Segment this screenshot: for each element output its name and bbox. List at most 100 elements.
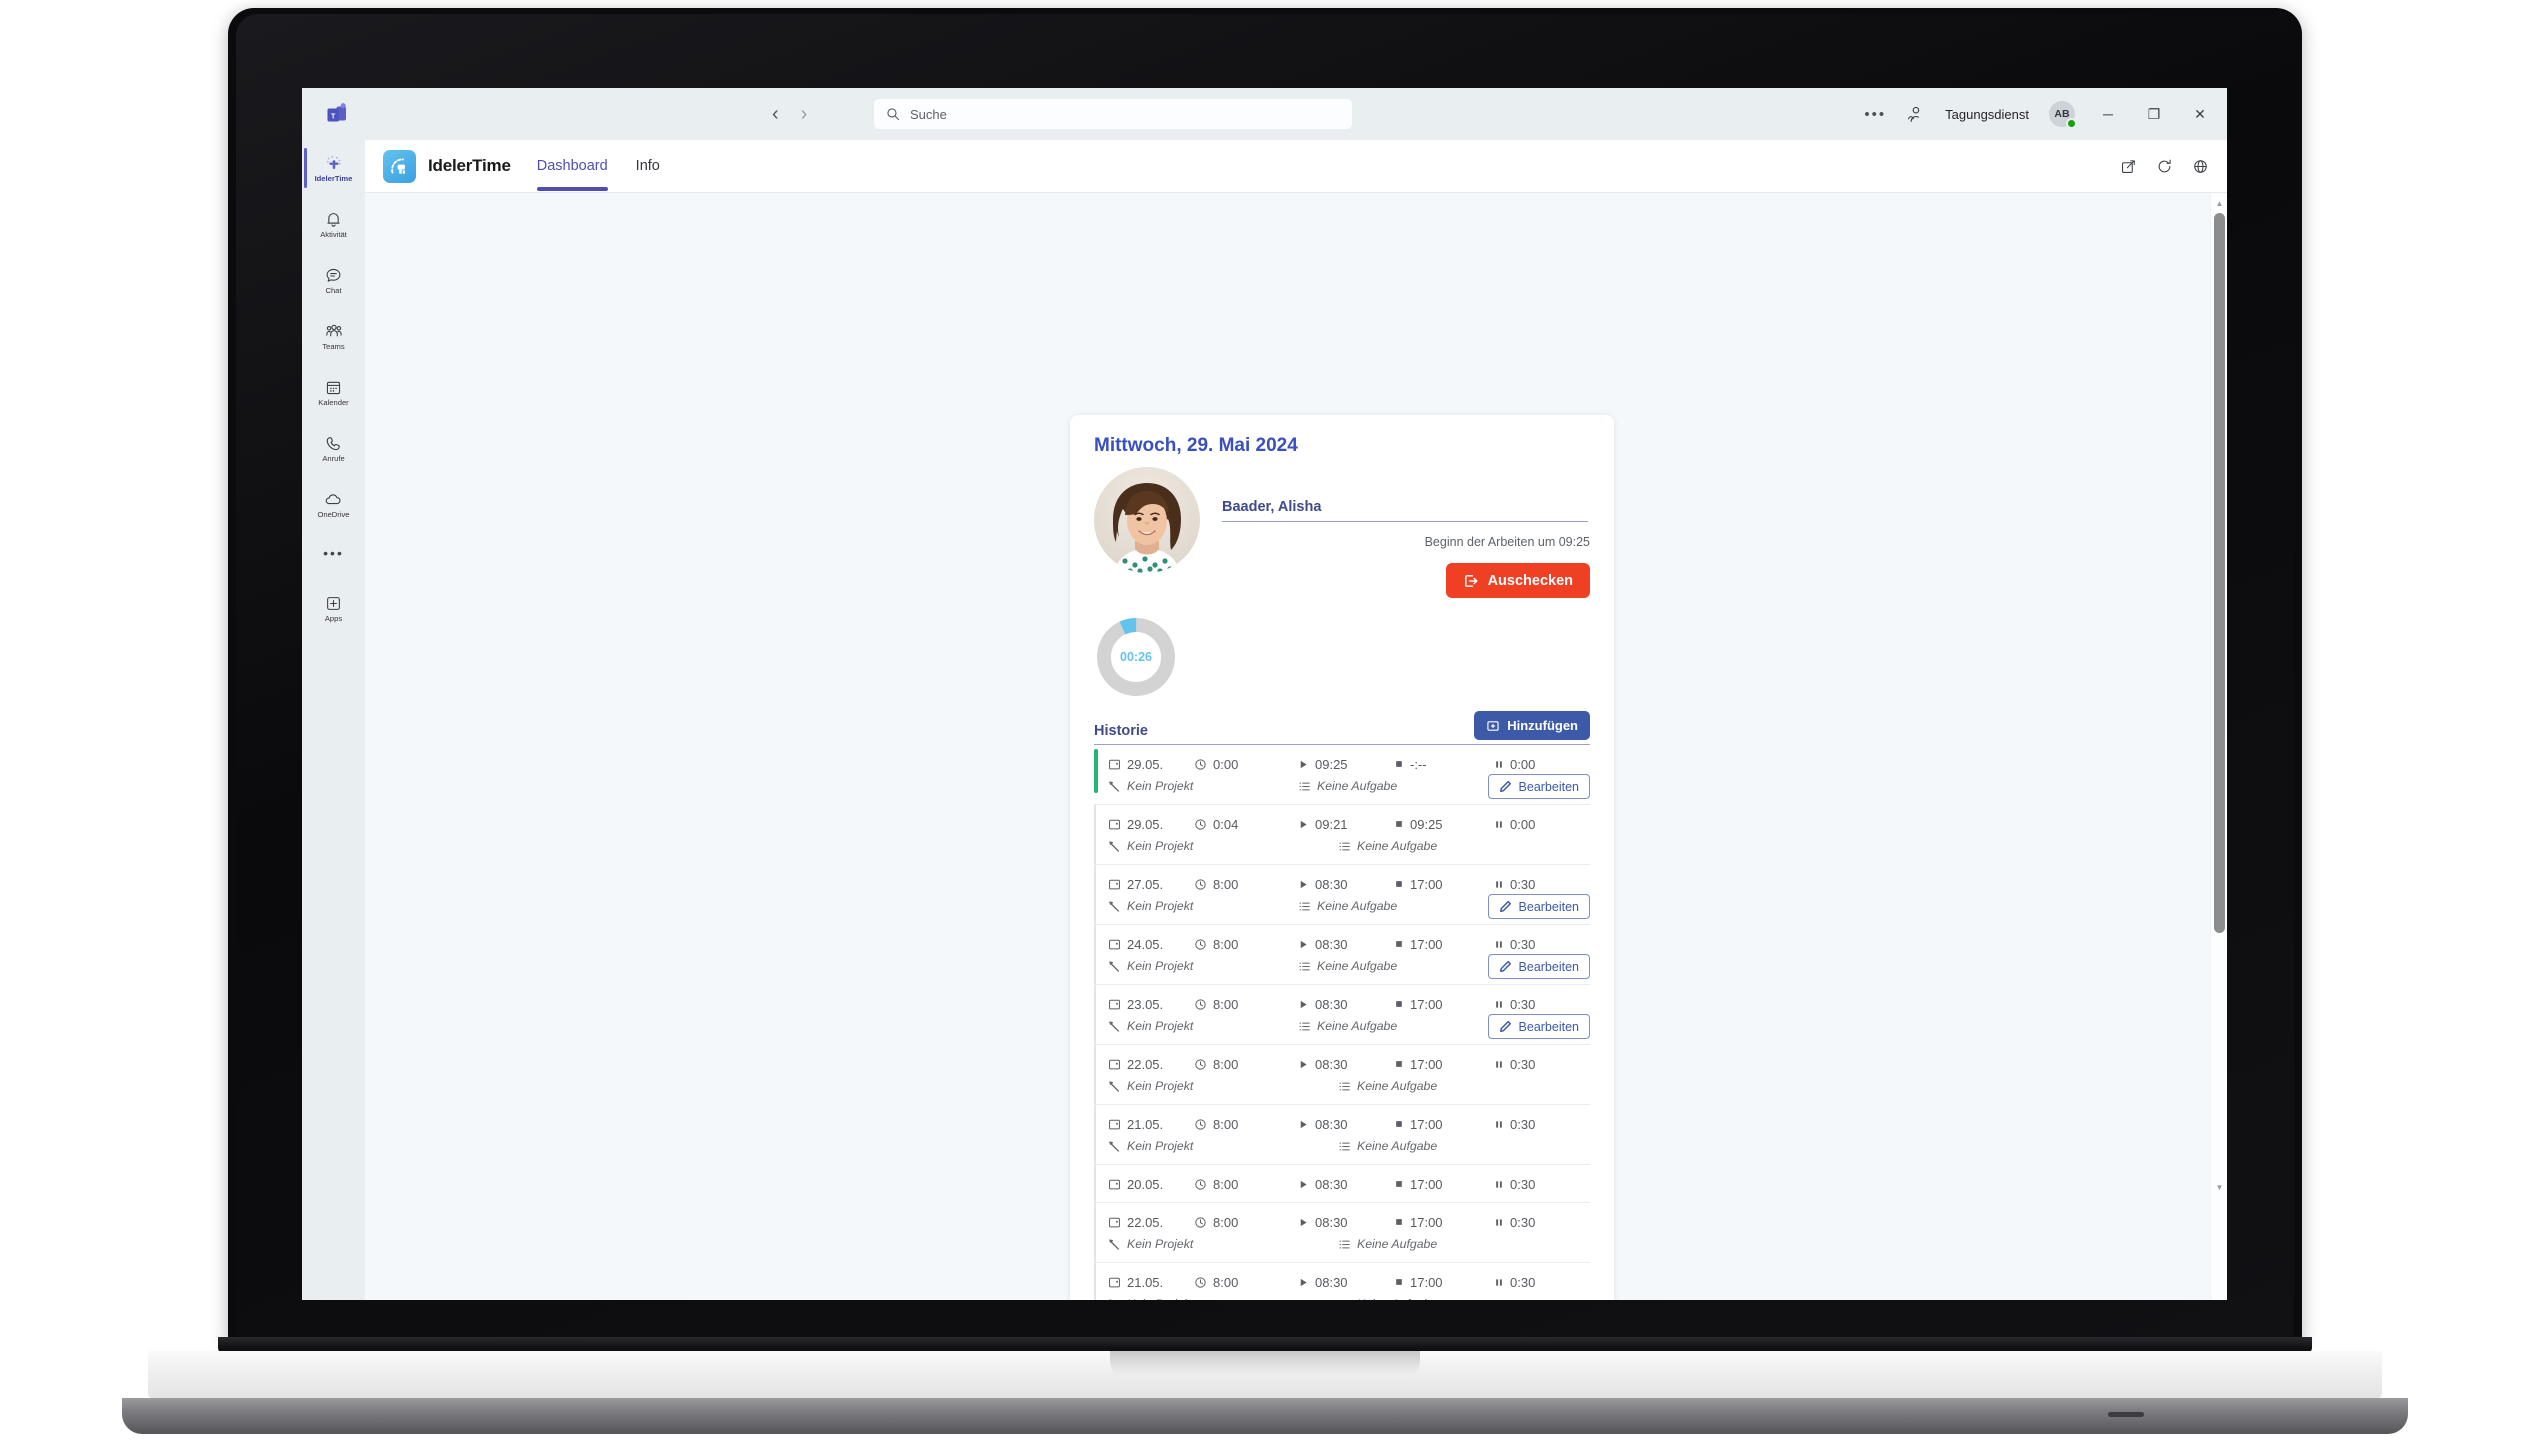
entry-date: 21.05. bbox=[1108, 1117, 1194, 1132]
table-row[interactable]: 27.05. 8:00 08:30 17:00 0:30 Kein Projekt Kein… bbox=[1094, 865, 1590, 925]
entry-pause: 0:30 bbox=[1494, 877, 1564, 892]
sidebar-item-apps[interactable]: Apps bbox=[302, 580, 365, 636]
entry-pause-value: 0:30 bbox=[1510, 996, 1536, 1012]
play-icon bbox=[1298, 999, 1309, 1010]
table-row[interactable]: 21.05.8:0008:3017:000:30Kein ProjektKein… bbox=[1094, 1263, 1590, 1300]
account-name[interactable]: Tagungsdienst bbox=[1945, 107, 2029, 122]
app-header-actions bbox=[2120, 140, 2209, 193]
sidebar-item-teams[interactable]: Teams bbox=[302, 308, 365, 364]
titlebar-right-group: ••• Tagungsdienst AB ─ ❐ ✕ bbox=[1864, 88, 2213, 140]
entry-pause: 0:00 bbox=[1494, 757, 1564, 772]
back-button[interactable]: ‹ bbox=[772, 104, 779, 124]
table-row[interactable]: 22.05. 8:00 08:30 17:00 0:30 Kein Projekt Kein… bbox=[1094, 1045, 1590, 1105]
edit-entry-label: Bearbeiten bbox=[1518, 779, 1579, 794]
search-icon bbox=[886, 107, 900, 121]
entry-date: 23.05. bbox=[1108, 997, 1194, 1012]
close-button[interactable]: ✕ bbox=[2187, 106, 2213, 123]
checkout-icon bbox=[1463, 573, 1479, 589]
bell-icon bbox=[324, 209, 343, 229]
titlebar-more-button[interactable]: ••• bbox=[1864, 106, 1886, 123]
entry-start-value: 08:30 bbox=[1315, 1176, 1348, 1192]
globe-icon[interactable] bbox=[2192, 158, 2209, 175]
entry-start-value: 08:30 bbox=[1315, 1274, 1348, 1290]
sidebar-item-label: Kalender bbox=[318, 398, 349, 408]
entry-date-value: 29.05. bbox=[1127, 756, 1164, 772]
sidebar-item-anrufe[interactable]: Anrufe bbox=[302, 420, 365, 476]
scroll-up-arrow[interactable]: ▲ bbox=[2211, 195, 2227, 212]
entry-duration-value: 8:00 bbox=[1213, 1176, 1239, 1192]
popout-icon[interactable] bbox=[2120, 158, 2137, 175]
window-nav-buttons: ‹ › bbox=[772, 88, 807, 140]
edit-entry-button[interactable]: Bearbeiten bbox=[1487, 954, 1590, 979]
entry-date-value: 21.05. bbox=[1127, 1274, 1164, 1290]
scrollbar-thumb[interactable] bbox=[2214, 213, 2225, 933]
search-input[interactable]: Suche bbox=[874, 99, 1352, 129]
entry-start: 08:30 bbox=[1298, 1117, 1394, 1132]
sidebar-item-onedrive[interactable]: OneDrive bbox=[302, 476, 365, 532]
pause-icon bbox=[1494, 879, 1504, 890]
entry-task-value: Keine Aufgabe bbox=[1357, 1079, 1438, 1093]
scroll-down-arrow[interactable]: ▼ bbox=[2211, 1179, 2227, 1196]
play-icon bbox=[1298, 819, 1309, 830]
edit-entry-button[interactable]: Bearbeiten bbox=[1487, 1014, 1590, 1039]
entry-duration-value: 8:00 bbox=[1213, 1214, 1239, 1230]
table-row[interactable]: 24.05. 8:00 08:30 17:00 0:30 Kein Projekt Kein… bbox=[1094, 925, 1590, 985]
table-row[interactable]: 23.05. 8:00 08:30 17:00 0:30 Kein Projekt Kein… bbox=[1094, 985, 1590, 1045]
checkout-button[interactable]: Auschecken bbox=[1445, 563, 1590, 598]
vertical-scrollbar[interactable]: ▲ ▼ bbox=[2210, 193, 2227, 1300]
app-tabs: Dashboard Info bbox=[536, 140, 660, 193]
table-row[interactable]: 20.05. 8:00 08:30 17:00 0:30 bbox=[1094, 1165, 1590, 1203]
sidebar-item-aktivitaet[interactable]: Aktivität bbox=[302, 196, 365, 252]
tab-info[interactable]: Info bbox=[636, 140, 660, 193]
search-placeholder: Suche bbox=[910, 106, 947, 122]
entry-date: 24.05. bbox=[1108, 937, 1194, 952]
entry-date-value: 24.05. bbox=[1127, 936, 1164, 952]
pause-icon bbox=[1494, 939, 1504, 950]
refresh-icon[interactable] bbox=[2156, 158, 2173, 175]
clock-icon bbox=[1194, 938, 1207, 951]
phone-icon bbox=[324, 433, 343, 453]
entry-project: Kein Projekt bbox=[1108, 1019, 1298, 1033]
table-row[interactable]: 21.05.8:0008:3017:000:30Kein ProjektKein… bbox=[1094, 1105, 1590, 1165]
entry-start: 08:30 bbox=[1298, 1275, 1394, 1290]
sidebar-item-chat[interactable]: Chat bbox=[302, 252, 365, 308]
table-row[interactable]: 29.05. 0:04 09:21 09:25 0:00 Kein Projekt Kein… bbox=[1094, 805, 1590, 865]
svg-text:T: T bbox=[331, 113, 336, 120]
pencil-icon bbox=[1499, 900, 1512, 913]
project-icon bbox=[1108, 960, 1121, 973]
sidebar-item-kalender[interactable]: Kalender bbox=[302, 364, 365, 420]
set-status-icon[interactable] bbox=[1906, 105, 1925, 124]
forward-button[interactable]: › bbox=[801, 104, 808, 124]
calendar-icon bbox=[324, 377, 343, 397]
entry-project: Kein Projekt bbox=[1108, 959, 1298, 973]
table-row[interactable]: 22.05. 8:00 08:30 17:00 0:30 Kein Projekt Kein… bbox=[1094, 1203, 1590, 1263]
task-icon bbox=[1298, 960, 1311, 973]
entry-task-value: Keine Aufgabe bbox=[1317, 899, 1398, 913]
calendar-icon bbox=[1108, 878, 1121, 891]
entry-date: 22.05. bbox=[1108, 1057, 1194, 1072]
row-primary-line: 22.05. 8:00 08:30 17:00 0:30 bbox=[1108, 1212, 1590, 1232]
task-icon bbox=[1298, 900, 1311, 913]
pencil-icon bbox=[1499, 1020, 1512, 1033]
pause-icon bbox=[1494, 1217, 1504, 1228]
entry-task-value: Keine Aufgabe bbox=[1357, 1139, 1438, 1153]
play-icon bbox=[1298, 1217, 1309, 1228]
entry-end: 17:00 bbox=[1394, 1117, 1494, 1132]
entry-task-value: Keine Aufgabe bbox=[1317, 959, 1398, 973]
teams-people-icon bbox=[324, 321, 344, 341]
minimize-button[interactable]: ─ bbox=[2095, 106, 2121, 122]
entry-duration: 8:00 bbox=[1194, 1215, 1298, 1230]
edit-entry-button[interactable]: Bearbeiten bbox=[1487, 774, 1590, 799]
maximize-button[interactable]: ❐ bbox=[2141, 106, 2167, 123]
tab-dashboard[interactable]: Dashboard bbox=[536, 140, 608, 193]
entry-task: Keine Aufgabe bbox=[1298, 839, 1590, 853]
entry-task-value: Keine Aufgabe bbox=[1357, 839, 1438, 853]
add-entry-button[interactable]: Hinzufügen bbox=[1474, 711, 1590, 740]
row-primary-line: 21.05. 8:00 08:30 17:00 0:30 bbox=[1108, 1272, 1590, 1292]
table-row[interactable]: 29.05. 0:00 09:25 -:-- 0:00 Kein Projekt Keine… bbox=[1094, 745, 1590, 805]
sidebar-item-idelertime[interactable]: IdelerTime bbox=[302, 140, 365, 196]
edit-entry-button[interactable]: Bearbeiten bbox=[1487, 894, 1590, 919]
avatar[interactable]: AB bbox=[2049, 101, 2077, 129]
sidebar-more-button[interactable]: ••• bbox=[302, 532, 365, 574]
entry-pause: 0:30 bbox=[1494, 1275, 1564, 1290]
